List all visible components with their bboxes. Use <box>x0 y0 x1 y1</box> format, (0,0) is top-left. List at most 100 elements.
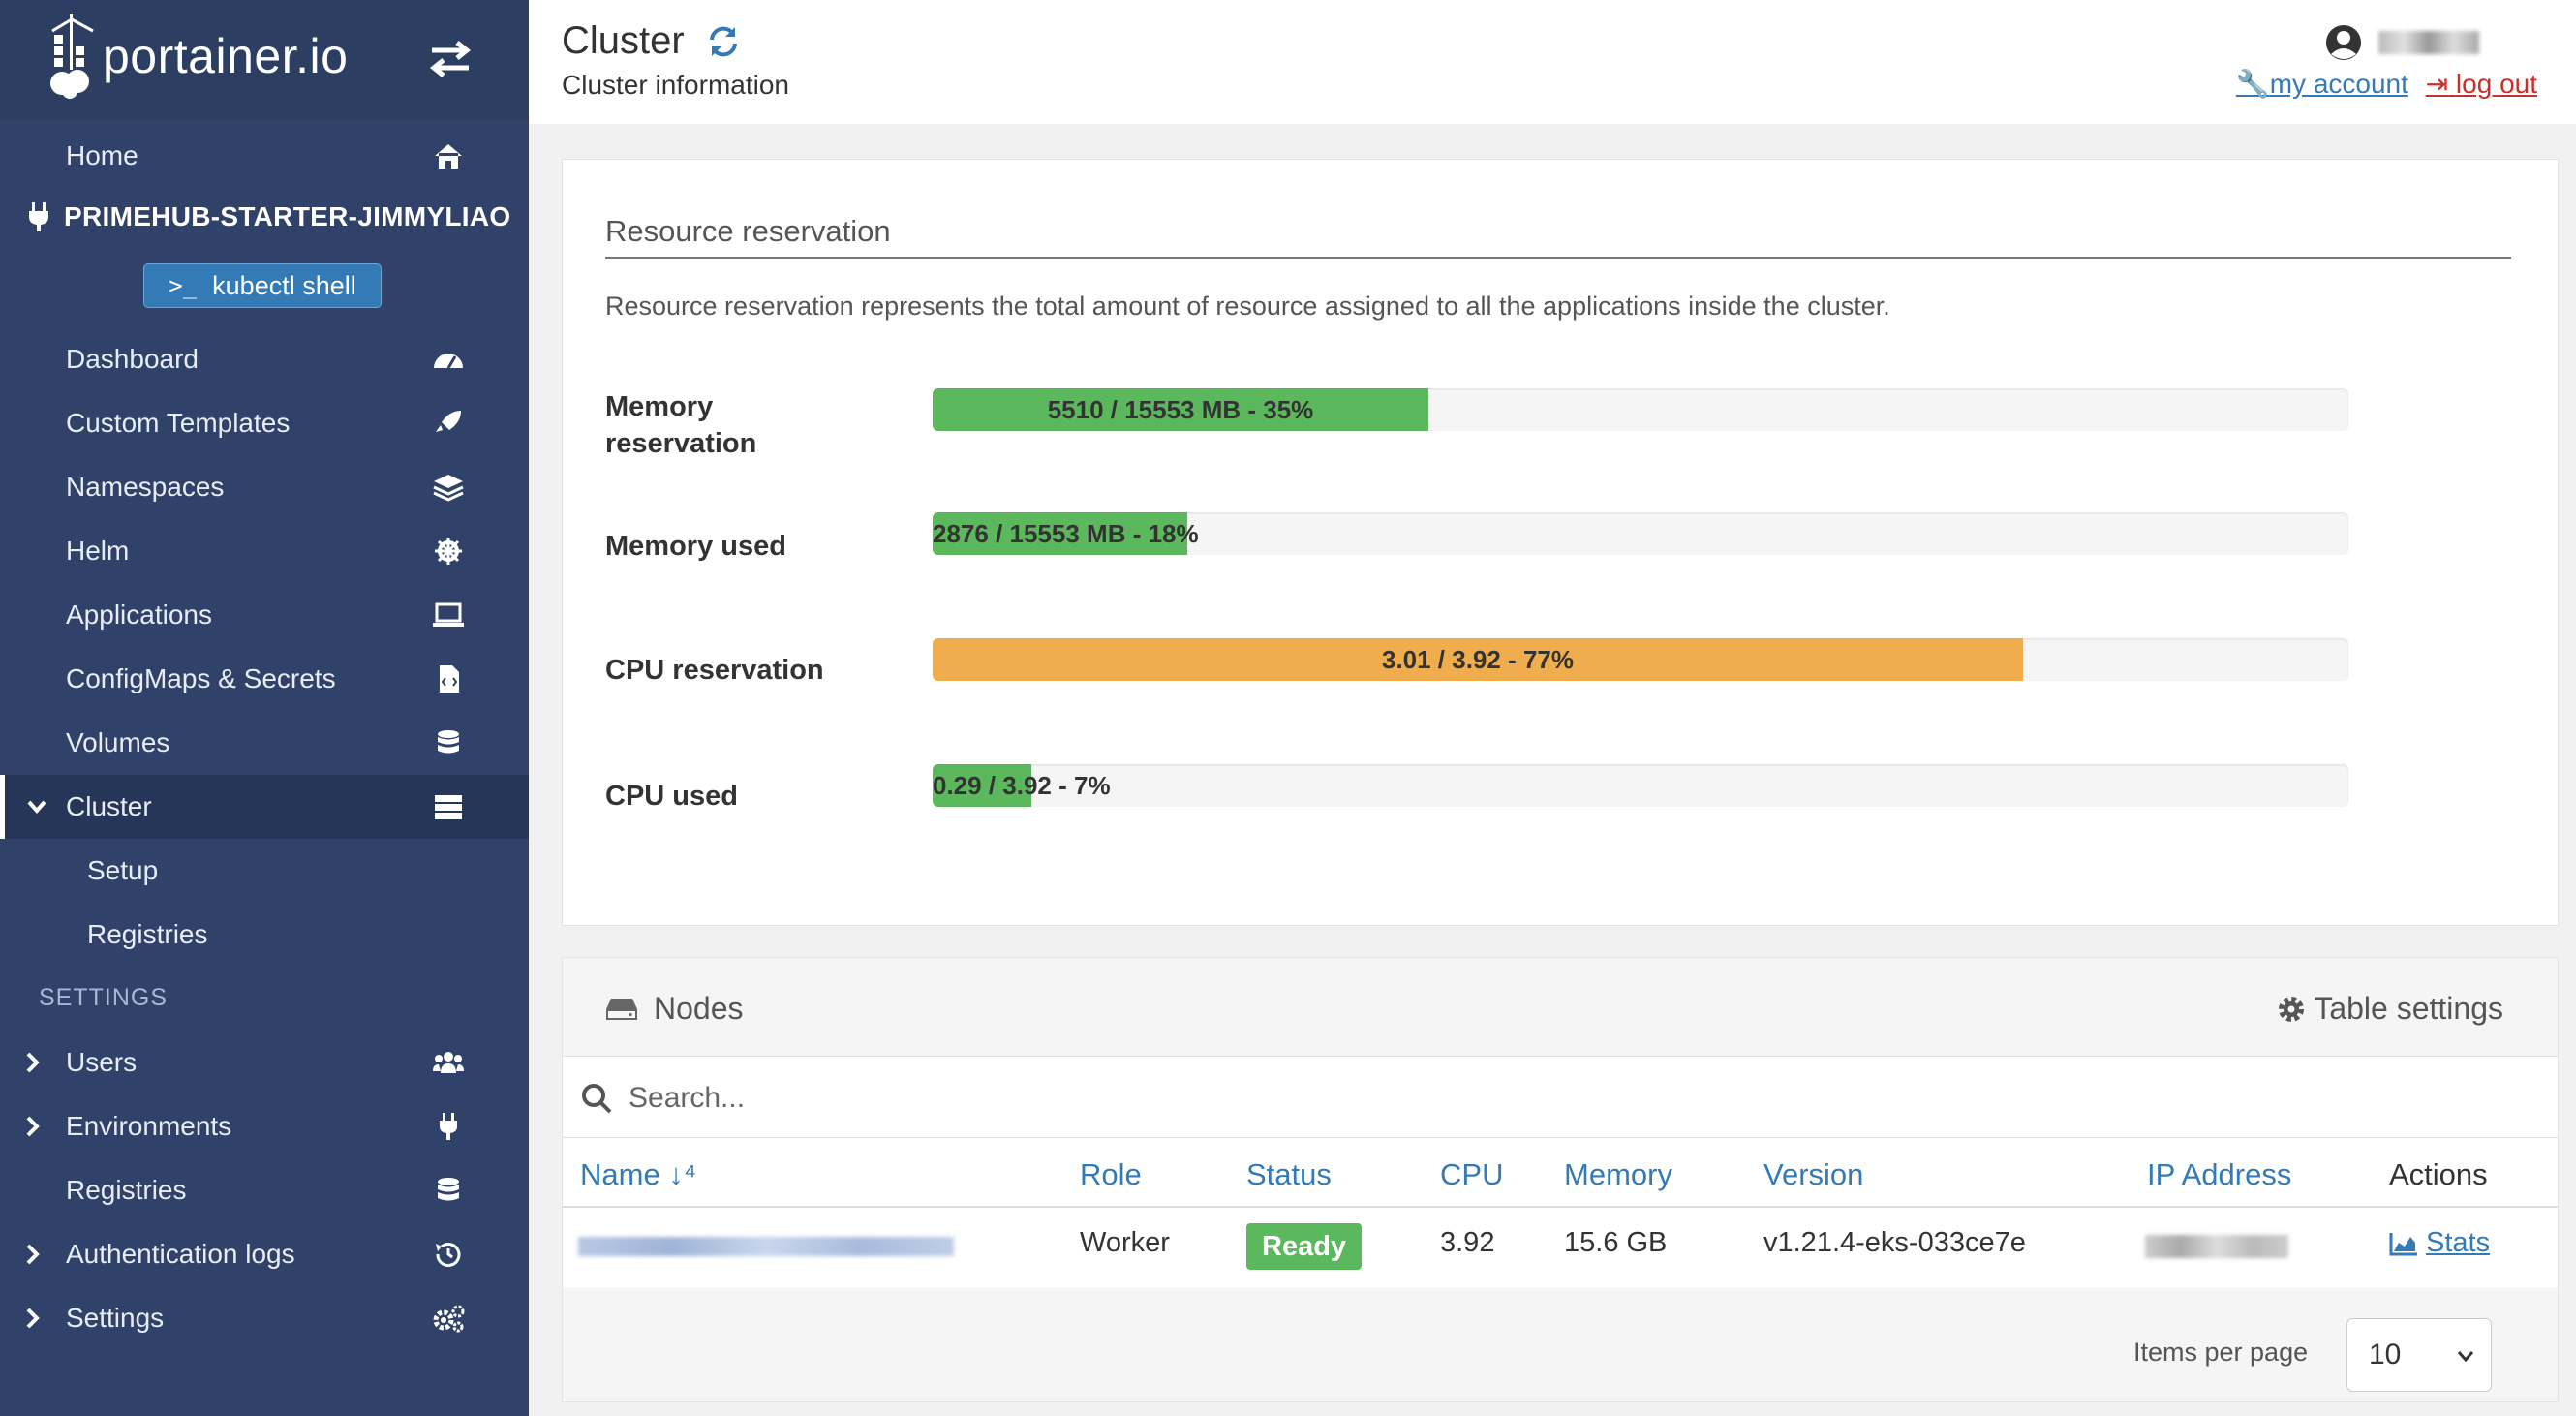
progress-text: 0.29 / 3.92 - 7% <box>933 771 1111 800</box>
resource-reservation-description: Resource reservation represents the tota… <box>605 292 1890 321</box>
user-area: 🔧my account ⇥ log out <box>2169 21 2537 108</box>
gear-icon <box>2279 996 2305 1022</box>
refresh-icon[interactable] <box>706 24 741 59</box>
page-title-text: Cluster <box>562 19 685 62</box>
sign-out-icon: ⇥ <box>2425 69 2449 99</box>
sidebar-item-label: Environments <box>66 1111 232 1141</box>
my-account-link[interactable]: 🔧my account <box>2236 69 2408 99</box>
sidebar-item-label: Applications <box>66 600 212 630</box>
wrench-icon: 🔧 <box>2235 69 2270 99</box>
sidebar-item-registries[interactable]: Registries <box>0 1158 529 1222</box>
sidebar-item-label: Users <box>66 1047 138 1077</box>
plug-icon <box>440 1113 457 1140</box>
sidebar-item-label: Dashboard <box>66 344 199 374</box>
items-per-page-value: 10 <box>2369 1339 2402 1370</box>
tachometer-icon <box>434 354 463 369</box>
nodes-title-text: Nodes <box>654 991 744 1026</box>
log-out-label: log out <box>2455 69 2537 99</box>
column-header-status[interactable]: Status <box>1246 1157 1332 1192</box>
cogs-icon <box>433 1305 465 1333</box>
sidebar-item-environments[interactable]: Environments <box>0 1094 529 1158</box>
rocket-icon <box>436 411 461 432</box>
nodes-header: Nodes Table settings <box>563 958 2558 1057</box>
my-account-label: my account <box>2269 69 2408 99</box>
home-icon <box>435 144 462 169</box>
sidebar-item-label: Registries <box>87 919 208 949</box>
file-code-icon <box>440 665 459 693</box>
column-header-version[interactable]: Version <box>1763 1157 1863 1192</box>
sidebar-item-cluster-registries[interactable]: Registries <box>0 903 529 967</box>
sidebar-item-setup[interactable]: Setup <box>0 839 529 903</box>
sidebar-item-settings[interactable]: Settings <box>0 1286 529 1350</box>
sidebar-item-namespaces[interactable]: Namespaces <box>0 455 529 519</box>
label-line-2: reservation <box>605 428 757 459</box>
memory-used-label: Memory used <box>605 531 786 562</box>
chevron-right-icon <box>26 1052 40 1073</box>
sidebar: portainer.io Home PRIMEHUB-STARTER-JIMMY… <box>0 0 529 1416</box>
layers-icon <box>433 475 464 502</box>
sidebar-item-label: ConfigMaps & Secrets <box>66 663 336 693</box>
items-per-page-select[interactable]: 10 <box>2346 1318 2492 1392</box>
laptop-code-icon <box>433 602 464 627</box>
search-input[interactable] <box>629 1074 2469 1123</box>
sidebar-item-label: Helm <box>66 536 130 566</box>
sidebar-item-label: Home <box>66 140 138 170</box>
sidebar-item-dashboard[interactable]: Dashboard <box>0 327 529 391</box>
cpu-used-row: CPU used 0.29 / 3.92 - 7% <box>605 764 2532 842</box>
sidebar-item-cluster[interactable]: Cluster <box>0 775 529 839</box>
column-header-name[interactable]: Name ↓⁴ <box>580 1157 696 1192</box>
log-out-link[interactable]: ⇥ log out <box>2426 69 2537 99</box>
column-header-cpu[interactable]: CPU <box>1440 1157 1503 1192</box>
exchange-arrows-icon[interactable] <box>426 37 475 81</box>
sidebar-item-users[interactable]: Users <box>0 1031 529 1094</box>
cpu-used-bar: 0.29 / 3.92 - 7% <box>933 764 2348 807</box>
title-divider <box>605 257 2511 259</box>
memory-used-row: Memory used 2876 / 15553 MB - 18% <box>605 512 2532 590</box>
page-title: Cluster <box>562 19 741 63</box>
environment-name-label: PRIMEHUB-STARTER-JIMMYLIAO <box>64 201 511 231</box>
memory-reservation-row: Memory reservation 5510 / 15553 MB - 35% <box>605 388 2532 466</box>
chevron-right-icon <box>26 1308 40 1329</box>
search-icon <box>582 1084 612 1114</box>
sidebar-item-authentication-logs[interactable]: Authentication logs <box>0 1222 529 1286</box>
sidebar-item-label: Registries <box>66 1175 187 1205</box>
plug-icon <box>29 202 48 231</box>
column-label: Name <box>580 1157 660 1191</box>
node-name-link-redacted[interactable] <box>578 1237 954 1256</box>
cpu-reservation-row: CPU reservation 3.01 / 3.92 - 77% <box>605 638 2532 716</box>
node-role: Worker <box>1080 1227 1170 1258</box>
table-settings-label: Table settings <box>2314 991 2503 1026</box>
sidebar-item-configmaps-secrets[interactable]: ConfigMaps & Secrets <box>0 647 529 711</box>
portainer-logo[interactable]: portainer.io <box>48 14 348 99</box>
table-row: Worker Ready 3.92 15.6 GB v1.21.4-eks-03… <box>563 1208 2558 1287</box>
cpu-reservation-bar: 3.01 / 3.92 - 77% <box>933 638 2348 681</box>
page-header: Cluster Cluster information 🔧my account … <box>529 0 2576 124</box>
sidebar-item-label: Namespaces <box>66 472 225 502</box>
chevron-right-icon <box>26 1116 40 1137</box>
sidebar-item-volumes[interactable]: Volumes <box>0 711 529 775</box>
database-icon <box>438 1178 459 1201</box>
settings-section-header: SETTINGS <box>39 984 169 1011</box>
chevron-right-icon <box>26 1244 40 1265</box>
account-links: 🔧my account ⇥ log out <box>2236 68 2537 100</box>
nodes-title: Nodes <box>605 991 744 1027</box>
cpu-used-label: CPU used <box>605 781 738 812</box>
kubectl-shell-button[interactable]: >_ kubectl shell <box>143 263 382 308</box>
column-header-role[interactable]: Role <box>1080 1157 1142 1192</box>
label-line-1: Memory <box>605 391 714 422</box>
sidebar-item-helm[interactable]: Helm <box>0 519 529 583</box>
sidebar-item-home[interactable]: Home <box>0 124 529 188</box>
memory-reservation-bar: 5510 / 15553 MB - 35% <box>933 388 2348 431</box>
progress-text: 5510 / 15553 MB - 35% <box>1047 395 1314 424</box>
chevron-down-icon <box>2457 1351 2474 1363</box>
status-badge: Ready <box>1246 1223 1363 1270</box>
environment-name: PRIMEHUB-STARTER-JIMMYLIAO <box>27 201 511 232</box>
logo-text: portainer.io <box>103 29 349 83</box>
sidebar-item-custom-templates[interactable]: Custom Templates <box>0 391 529 455</box>
table-settings-button[interactable]: Table settings <box>2277 991 2503 1027</box>
column-header-ip-address[interactable]: IP Address <box>2147 1157 2291 1192</box>
stats-link[interactable]: Stats <box>2389 1227 2490 1259</box>
sidebar-item-applications[interactable]: Applications <box>0 583 529 647</box>
search-row <box>563 1057 2558 1138</box>
column-header-memory[interactable]: Memory <box>1564 1157 1672 1192</box>
